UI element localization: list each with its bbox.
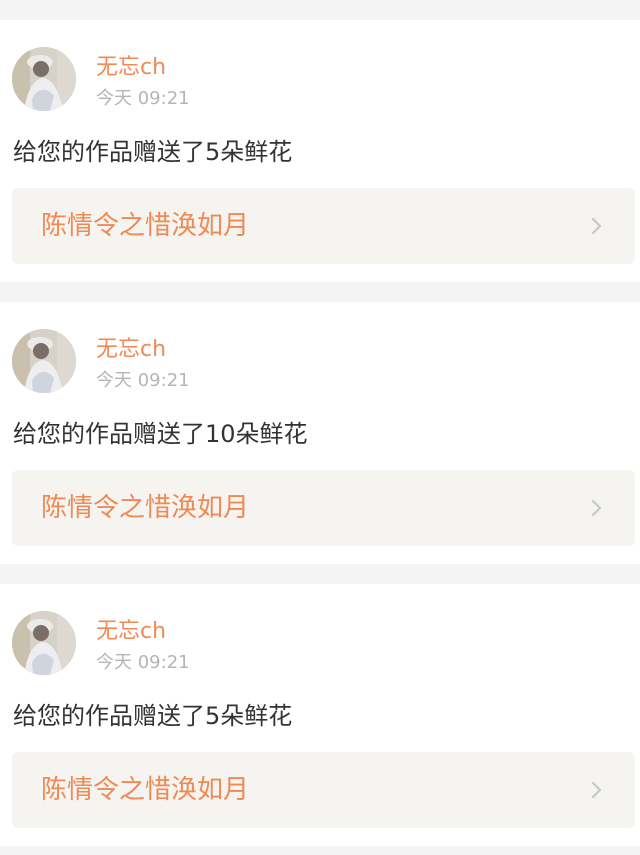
timestamp: 今天 09:21 xyxy=(96,652,190,673)
gift-message: 给您的作品赠送了5朵鲜花 xyxy=(13,702,293,730)
gift-message: 给您的作品赠送了5朵鲜花 xyxy=(13,138,293,166)
user-avatar[interactable] xyxy=(12,47,76,111)
username[interactable]: 无忘ch xyxy=(96,336,166,364)
chevron-right-icon xyxy=(587,498,607,518)
gift-notification-card: 无忘ch 今天 09:21 给您的作品赠送了5朵鲜花 陈情令之惜涣如月 xyxy=(0,20,640,282)
gift-notification-card: 无忘ch 今天 09:21 给您的作品赠送了5朵鲜花 陈情令之惜涣如月 xyxy=(0,584,640,846)
timestamp: 今天 09:21 xyxy=(96,88,190,109)
gift-notification-feed: 无忘ch 今天 09:21 给您的作品赠送了5朵鲜花 陈情令之惜涣如月 无忘ch… xyxy=(0,0,640,855)
work-title: 陈情令之惜涣如月 xyxy=(41,775,250,805)
chevron-right-icon xyxy=(587,216,607,236)
work-title: 陈情令之惜涣如月 xyxy=(41,211,250,241)
username[interactable]: 无忘ch xyxy=(96,618,166,646)
work-link[interactable]: 陈情令之惜涣如月 xyxy=(12,470,635,546)
timestamp: 今天 09:21 xyxy=(96,370,190,391)
chevron-right-icon xyxy=(587,780,607,800)
gift-notification-card: 无忘ch 今天 09:21 给您的作品赠送了10朵鲜花 陈情令之惜涣如月 xyxy=(0,302,640,564)
work-link[interactable]: 陈情令之惜涣如月 xyxy=(12,188,635,264)
user-avatar[interactable] xyxy=(12,329,76,393)
gift-message: 给您的作品赠送了10朵鲜花 xyxy=(13,420,308,448)
user-avatar[interactable] xyxy=(12,611,76,675)
work-title: 陈情令之惜涣如月 xyxy=(41,493,250,523)
work-link[interactable]: 陈情令之惜涣如月 xyxy=(12,752,635,828)
username[interactable]: 无忘ch xyxy=(96,54,166,82)
